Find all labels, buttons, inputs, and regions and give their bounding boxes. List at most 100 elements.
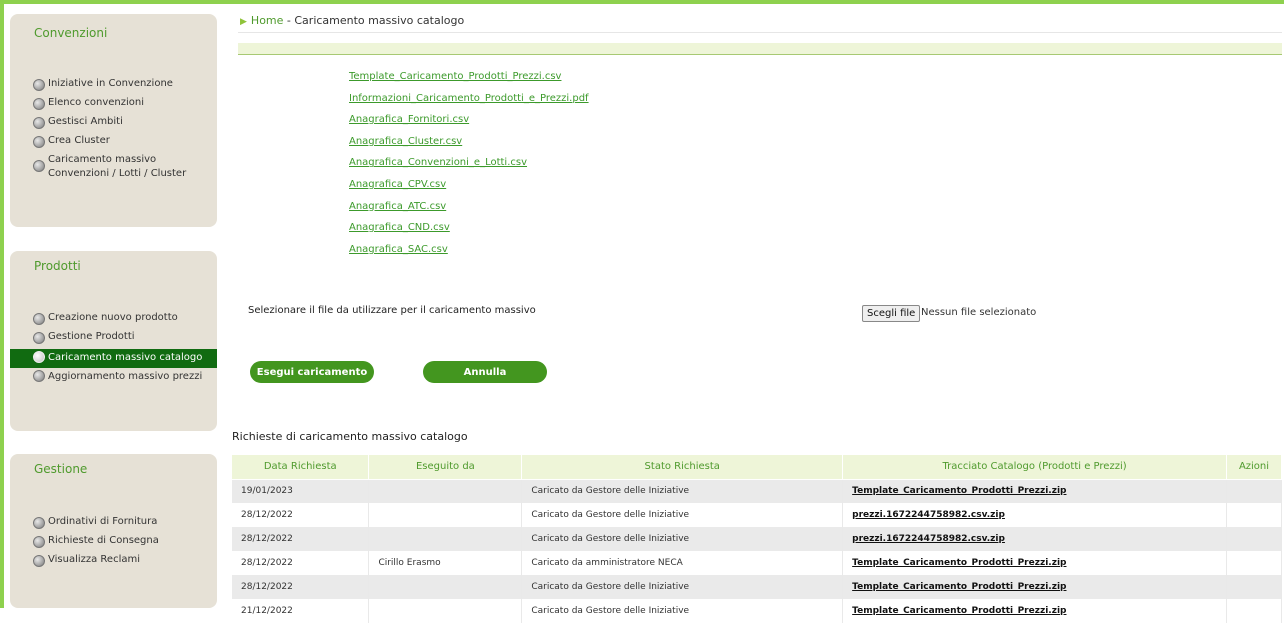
cell-status: Caricato da amministratore NECA [521, 551, 844, 575]
panel-title-gestione: Gestione [34, 462, 88, 476]
sidebar-panel-prodotti: Prodotti Creazione nuovo prodotto Gestio… [10, 251, 217, 431]
requests-title: Richieste di caricamento massivo catalog… [232, 430, 468, 443]
cell-actions [1226, 527, 1282, 551]
cell-by: Cirillo Erasmo [368, 551, 523, 575]
cell-status: Caricato da Gestore delle Iniziative [521, 527, 844, 551]
download-link-cluster[interactable]: Anagrafica_Cluster.csv [349, 135, 589, 157]
cell-file: prezzi.1672244758982.csv.zip [842, 503, 1227, 527]
bullet-icon [33, 136, 45, 148]
table-row: 19/01/2023 Caricato da Gestore delle Ini… [232, 479, 1282, 503]
cell-actions [1226, 479, 1282, 503]
bullet-icon [33, 517, 45, 529]
column-header-eseguito[interactable]: Eseguito da [368, 455, 523, 480]
sidebar-item-gestisci-ambiti[interactable]: Gestisci Ambiti [10, 115, 217, 134]
cell-date: 21/12/2022 [232, 599, 370, 623]
table-row: 28/12/2022 Caricato da Gestore delle Ini… [232, 575, 1282, 599]
sidebar-item-iniziative[interactable]: Iniziative in Convenzione [10, 77, 217, 96]
download-link-convenzioni-lotti[interactable]: Anagrafica_Convenzioni_e_Lotti.csv [349, 156, 589, 178]
menu-prodotti: Creazione nuovo prodotto Gestione Prodot… [10, 311, 217, 387]
download-zip-link[interactable]: prezzi.1672244758982.csv.zip [852, 534, 1005, 544]
download-link-cpv[interactable]: Anagrafica_CPV.csv [349, 178, 589, 200]
table-row: 28/12/2022 Cirillo Erasmo Caricato da am… [232, 551, 1282, 575]
cell-date: 28/12/2022 [232, 551, 370, 575]
sidebar-panel-convenzioni: Convenzioni Iniziative in Convenzione El… [10, 14, 217, 227]
table-header-row: Data Richiesta Eseguito da Stato Richies… [232, 455, 1282, 480]
bullet-icon [33, 313, 45, 325]
cancel-button[interactable]: Annulla [423, 361, 547, 383]
bullet-icon [33, 351, 45, 363]
sidebar-item-gestione-prodotti[interactable]: Gestione Prodotti [10, 330, 217, 349]
download-zip-link[interactable]: Template_Caricamento_Prodotti_Prezzi.zip [852, 582, 1066, 592]
bullet-icon [33, 79, 45, 91]
sidebar-item-creazione-prodotto[interactable]: Creazione nuovo prodotto [10, 311, 217, 330]
cell-status: Caricato da Gestore delle Iniziative [521, 479, 844, 503]
cell-by [368, 503, 523, 527]
table-row: 28/12/2022 Caricato da Gestore delle Ini… [232, 527, 1282, 551]
table-row: 28/12/2022 Caricato da Gestore delle Ini… [232, 503, 1282, 527]
sidebar-item-aggiornamento-prezzi[interactable]: Aggiornamento massivo prezzi [10, 368, 217, 387]
breadcrumb-separator: - [283, 14, 295, 27]
breadcrumb: ▶ Home - Caricamento massivo catalogo [240, 14, 464, 27]
breadcrumb-divider [238, 32, 1282, 33]
sidebar-item-ordinativi[interactable]: Ordinativi di Fornitura [10, 515, 217, 534]
choose-file-button[interactable]: Scegli file [862, 305, 921, 322]
download-zip-link[interactable]: prezzi.1672244758982.csv.zip [852, 510, 1005, 520]
cell-file: Template_Caricamento_Prodotti_Prezzi.zip [842, 479, 1227, 503]
cell-status: Caricato da Gestore delle Iniziative [521, 599, 844, 623]
bullet-icon [33, 117, 45, 129]
sidebar-item-caricamento-convenzioni[interactable]: Caricamento massivo Convenzioni / Lotti … [10, 153, 217, 181]
column-header-tracciato[interactable]: Tracciato Catalogo (Prodotti e Prezzi) [842, 455, 1227, 480]
file-status-text: Nessun file selezionato [921, 307, 1037, 318]
cell-actions [1226, 575, 1282, 599]
cell-date: 28/12/2022 [232, 575, 370, 599]
sidebar-panel-gestione: Gestione Ordinativi di Fornitura Richies… [10, 454, 217, 608]
bullet-icon [33, 332, 45, 344]
column-header-azioni: Azioni [1226, 455, 1282, 480]
sidebar-item-caricamento-catalogo[interactable]: Caricamento massivo catalogo [10, 349, 217, 368]
cell-date: 28/12/2022 [232, 503, 370, 527]
cell-actions [1226, 503, 1282, 527]
cell-status: Caricato da Gestore delle Iniziative [521, 575, 844, 599]
sidebar-item-crea-cluster[interactable]: Crea Cluster [10, 134, 217, 153]
table-row: 21/12/2022 Caricato da Gestore delle Ini… [232, 599, 1282, 623]
column-header-data[interactable]: Data Richiesta [232, 455, 370, 480]
cell-by [368, 527, 523, 551]
panel-title-convenzioni: Convenzioni [34, 26, 108, 40]
menu-convenzioni: Iniziative in Convenzione Elenco convenz… [10, 77, 217, 181]
download-links: Template_Caricamento_Prodotti_Prezzi.csv… [349, 70, 589, 264]
download-zip-link[interactable]: Template_Caricamento_Prodotti_Prezzi.zip [852, 486, 1066, 496]
cell-date: 28/12/2022 [232, 527, 370, 551]
cell-file: Template_Caricamento_Prodotti_Prezzi.zip [842, 599, 1227, 623]
frame-top-border [0, 0, 1284, 4]
requests-table: Data Richiesta Eseguito da Stato Richies… [232, 455, 1282, 623]
sidebar-item-visualizza-reclami[interactable]: Visualizza Reclami [10, 553, 217, 572]
download-link-atc[interactable]: Anagrafica_ATC.csv [349, 200, 589, 222]
cell-by [368, 479, 523, 503]
cell-file: Template_Caricamento_Prodotti_Prezzi.zip [842, 551, 1227, 575]
sidebar-item-elenco-convenzioni[interactable]: Elenco convenzioni [10, 96, 217, 115]
column-header-stato[interactable]: Stato Richiesta [521, 455, 844, 480]
breadcrumb-home-link[interactable]: Home [251, 14, 283, 27]
bullet-icon [33, 98, 45, 110]
download-link-fornitori[interactable]: Anagrafica_Fornitori.csv [349, 113, 589, 135]
download-zip-link[interactable]: Template_Caricamento_Prodotti_Prezzi.zip [852, 558, 1066, 568]
cell-actions [1226, 551, 1282, 575]
download-link-cnd[interactable]: Anagrafica_CND.csv [349, 221, 589, 243]
header-bar [238, 43, 1282, 55]
bullet-icon [33, 536, 45, 548]
cell-date: 19/01/2023 [232, 479, 370, 503]
download-link-informazioni-pdf[interactable]: Informazioni_Caricamento_Prodotti_e_Prez… [349, 92, 589, 114]
cell-file: Template_Caricamento_Prodotti_Prezzi.zip [842, 575, 1227, 599]
bullet-icon [33, 370, 45, 382]
run-upload-button[interactable]: Esegui caricamento [250, 361, 374, 383]
cell-by [368, 575, 523, 599]
arrow-right-icon: ▶ [240, 17, 247, 27]
download-link-template-csv[interactable]: Template_Caricamento_Prodotti_Prezzi.csv [349, 70, 589, 92]
frame-left-border [0, 0, 4, 608]
cell-by [368, 599, 523, 623]
download-link-sac[interactable]: Anagrafica_SAC.csv [349, 243, 589, 265]
bullet-icon [33, 555, 45, 567]
cell-file: prezzi.1672244758982.csv.zip [842, 527, 1227, 551]
menu-gestione: Ordinativi di Fornitura Richieste di Con… [10, 515, 217, 572]
sidebar-item-richieste-consegna[interactable]: Richieste di Consegna [10, 534, 217, 553]
